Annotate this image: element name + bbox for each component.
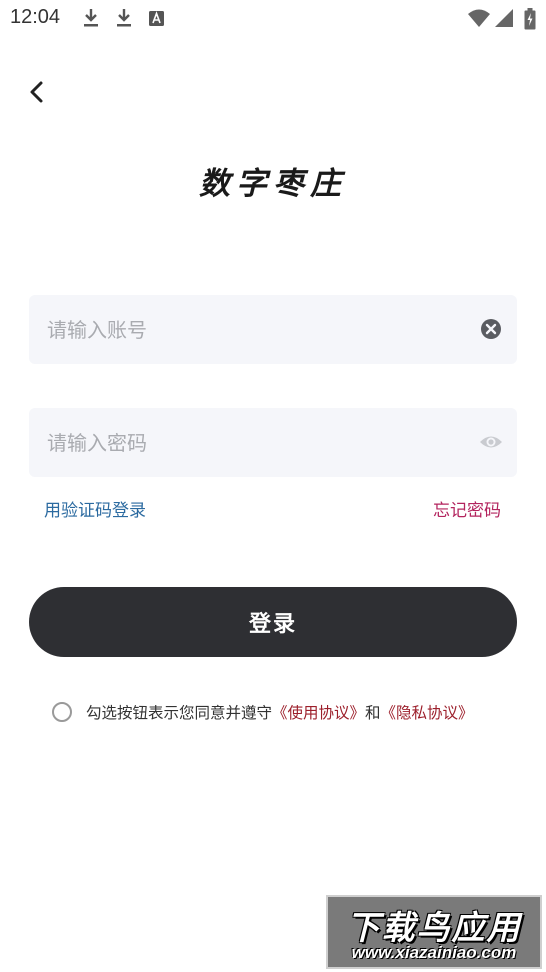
sms-login-link[interactable]: 用验证码登录 [44,496,146,521]
account-input[interactable] [47,295,467,364]
account-field [29,295,517,364]
download-icon [82,8,100,28]
password-input[interactable] [47,408,467,477]
forgot-password-link[interactable]: 忘记密码 [433,496,501,521]
battery-icon [524,8,536,30]
agreement-prefix: 勾选按钮表示您同意并遵守 [86,704,273,722]
eye-icon[interactable] [479,430,503,454]
password-field [29,408,517,477]
login-page: 12:04 数字枣庄 请输入账号 用验证码登录 忘记密码 登录 勾选按钮表示您同… [0,0,546,972]
agreement-conjunction: 和 [365,704,381,722]
login-button[interactable]: 登录 [29,587,517,657]
agreement-row: 勾选按钮表示您同意并遵守 《使用协议》 和 《隐私协议》 [52,700,474,724]
a-icon [148,8,166,28]
status-time: 12:04 [10,6,61,28]
status-bar: 12:04 [0,0,546,36]
download-icon [115,8,133,28]
watermark-title: 下载鸟应用 [346,908,522,947]
signal-icon [494,8,514,28]
app-logo: 数字枣庄 [199,166,347,202]
watermark-url: www.xiazainiao.com [351,943,517,962]
wifi-icon [467,8,491,28]
terms-link[interactable]: 《使用协议》 [272,701,365,723]
clear-icon[interactable] [479,317,503,341]
back-button[interactable] [22,76,52,108]
agreement-radio[interactable] [52,702,72,722]
privacy-link[interactable]: 《隐私协议》 [381,701,474,723]
chevron-left-icon [30,81,43,103]
watermark: 下载鸟应用 www.xiazainiao.com [326,895,542,969]
